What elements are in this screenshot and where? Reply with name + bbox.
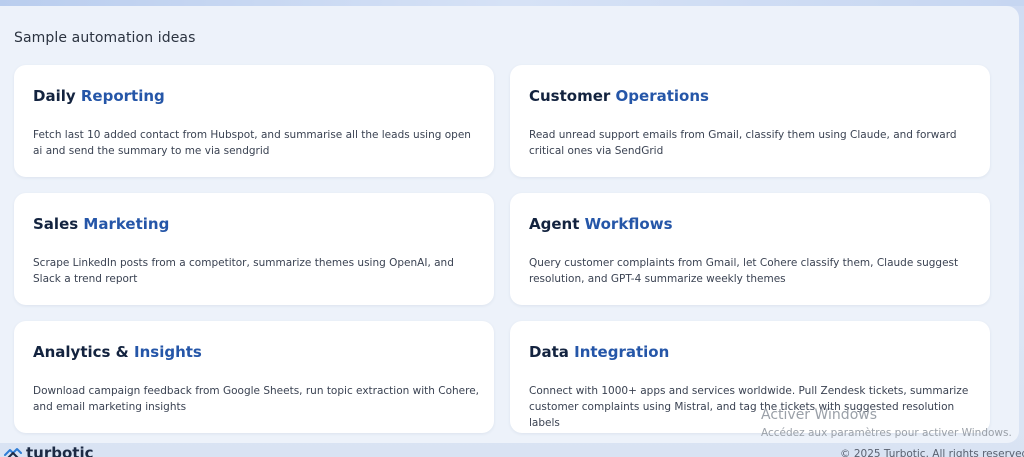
- card-title-accent: Operations: [615, 87, 709, 105]
- idea-card-sales-marketing[interactable]: Sales Marketing Scrape LinkedIn posts fr…: [14, 193, 494, 305]
- card-title-accent: Marketing: [83, 215, 170, 233]
- idea-card-daily-reporting[interactable]: Daily Reporting Fetch last 10 added cont…: [14, 65, 494, 177]
- card-title-main: Sales: [33, 215, 79, 233]
- automation-ideas-panel: Sample automation ideas Daily Reporting …: [0, 6, 1019, 443]
- windows-activation-watermark-subtitle: Accédez aux paramètres pour activer Wind…: [761, 427, 1012, 439]
- card-description: Download campaign feedback from Google S…: [33, 385, 479, 413]
- card-title-main: Daily: [33, 87, 76, 105]
- card-title-accent: Integration: [574, 343, 670, 361]
- idea-card-analytics-insights[interactable]: Analytics & Insights Download campaign f…: [14, 321, 494, 433]
- card-description: Read unread support emails from Gmail, c…: [529, 129, 957, 157]
- idea-card-customer-operations[interactable]: Customer Operations Read unread support …: [510, 65, 990, 177]
- idea-card-data-integration[interactable]: Data Integration Connect with 1000+ apps…: [510, 321, 990, 433]
- brand-name: turbotic: [26, 444, 94, 457]
- turbotic-logo-icon: [4, 448, 22, 457]
- footer-brand[interactable]: turbotic: [4, 444, 94, 457]
- card-title-main: Analytics &: [33, 343, 129, 361]
- card-description: Connect with 1000+ apps and services wor…: [529, 385, 969, 429]
- card-title: Customer Operations: [529, 87, 709, 105]
- idea-card-agent-workflows[interactable]: Agent Workflows Query customer complaint…: [510, 193, 990, 305]
- card-description: Fetch last 10 added contact from Hubspot…: [33, 129, 471, 157]
- card-description: Query customer complaints from Gmail, le…: [529, 257, 959, 285]
- card-title: Data Integration: [529, 343, 669, 361]
- card-title-main: Customer: [529, 87, 611, 105]
- card-title: Daily Reporting: [33, 87, 165, 105]
- card-title-accent: Reporting: [80, 87, 165, 105]
- card-title-accent: Insights: [134, 343, 202, 361]
- card-title: Agent Workflows: [529, 215, 673, 233]
- windows-activation-watermark-title: Activer Windows: [761, 407, 878, 423]
- card-title: Analytics & Insights: [33, 343, 202, 361]
- card-description: Scrape LinkedIn posts from a competitor,…: [33, 257, 454, 285]
- copyright-text: © 2025 Turbotic. All rights reserved: [840, 448, 1024, 457]
- card-title-main: Agent: [529, 215, 580, 233]
- card-title-accent: Workflows: [584, 215, 673, 233]
- section-title: Sample automation ideas: [14, 30, 196, 46]
- card-title: Sales Marketing: [33, 215, 169, 233]
- card-title-main: Data: [529, 343, 569, 361]
